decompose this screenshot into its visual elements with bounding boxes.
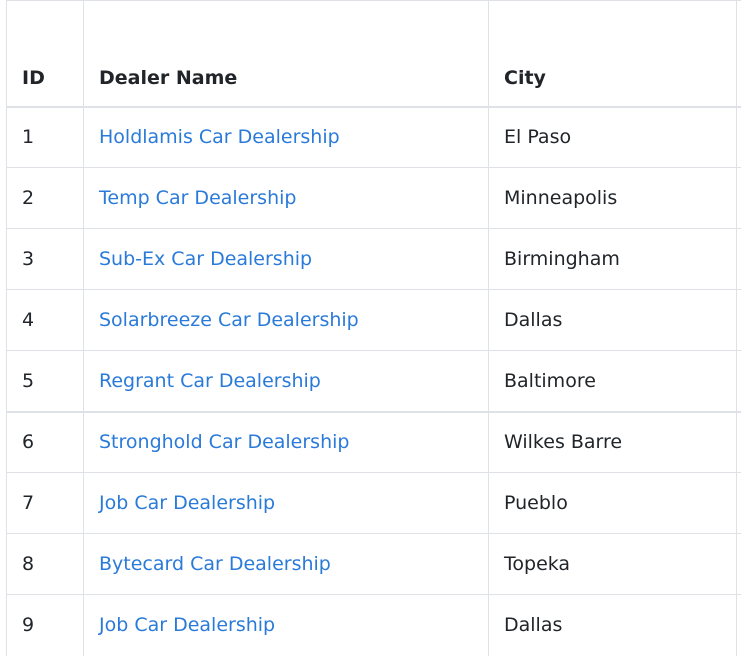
cell-id: 9 (6, 594, 84, 656)
dealer-name-link[interactable]: Job Car Dealership (99, 614, 275, 636)
column-header-overflow (736, 0, 741, 108)
column-header-dealer-name[interactable]: Dealer Name (83, 0, 489, 108)
table-body: 1 Holdlamis Car Dealership El Paso 2 Tem… (6, 106, 741, 656)
dealer-name-link[interactable]: Temp Car Dealership (99, 187, 296, 209)
cell-overflow (736, 594, 741, 656)
cell-dealer-name: Stronghold Car Dealership (83, 410, 489, 473)
cell-id: 5 (6, 350, 84, 412)
dealer-name-link[interactable]: Job Car Dealership (99, 492, 275, 514)
cell-dealer-name: Job Car Dealership (83, 594, 489, 656)
column-header-id[interactable]: ID (6, 0, 84, 108)
cell-overflow (736, 410, 741, 473)
table-row: 4 Solarbreeze Car Dealership Dallas (6, 289, 741, 351)
cell-overflow (736, 289, 741, 351)
cell-id: 1 (6, 106, 84, 168)
cell-id: 7 (6, 472, 84, 534)
dealer-name-link[interactable]: Bytecard Car Dealership (99, 553, 331, 575)
table-header: ID Dealer Name City (6, 0, 741, 108)
cell-dealer-name: Bytecard Car Dealership (83, 533, 489, 595)
cell-city: Birmingham (488, 228, 737, 290)
cell-dealer-name: Holdlamis Car Dealership (83, 106, 489, 168)
table-row: 7 Job Car Dealership Pueblo (6, 472, 741, 534)
table-row: 5 Regrant Car Dealership Baltimore (6, 350, 741, 412)
cell-city: Wilkes Barre (488, 410, 737, 473)
cell-dealer-name: Temp Car Dealership (83, 167, 489, 229)
cell-city: El Paso (488, 106, 737, 168)
cell-id: 8 (6, 533, 84, 595)
dealer-name-link[interactable]: Stronghold Car Dealership (99, 431, 349, 453)
cell-dealer-name: Job Car Dealership (83, 472, 489, 534)
dealer-name-link[interactable]: Holdlamis Car Dealership (99, 126, 340, 148)
cell-city: Topeka (488, 533, 737, 595)
table-row: 6 Stronghold Car Dealership Wilkes Barre (6, 410, 741, 473)
table-row: 9 Job Car Dealership Dallas (6, 594, 741, 656)
cell-dealer-name: Solarbreeze Car Dealership (83, 289, 489, 351)
cell-city: Dallas (488, 289, 737, 351)
cell-dealer-name: Sub-Ex Car Dealership (83, 228, 489, 290)
cell-overflow (736, 472, 741, 534)
dealer-name-link[interactable]: Regrant Car Dealership (99, 370, 321, 392)
cell-overflow (736, 167, 741, 229)
dealer-name-link[interactable]: Sub-Ex Car Dealership (99, 248, 312, 270)
cell-city: Dallas (488, 594, 737, 656)
table-row: 1 Holdlamis Car Dealership El Paso (6, 106, 741, 168)
page: ID Dealer Name City 1 Holdlamis Car Deal… (0, 0, 741, 658)
cell-id: 2 (6, 167, 84, 229)
cell-city: Pueblo (488, 472, 737, 534)
dealers-table: ID Dealer Name City 1 Holdlamis Car Deal… (6, 0, 741, 656)
cell-overflow (736, 228, 741, 290)
cell-overflow (736, 533, 741, 595)
cell-city: Minneapolis (488, 167, 737, 229)
cell-overflow (736, 350, 741, 412)
cell-id: 3 (6, 228, 84, 290)
table-row: 3 Sub-Ex Car Dealership Birmingham (6, 228, 741, 290)
column-header-city[interactable]: City (488, 0, 737, 108)
cell-id: 4 (6, 289, 84, 351)
dealer-name-link[interactable]: Solarbreeze Car Dealership (99, 309, 359, 331)
table-row: 8 Bytecard Car Dealership Topeka (6, 533, 741, 595)
table-row: 2 Temp Car Dealership Minneapolis (6, 167, 741, 229)
cell-overflow (736, 106, 741, 168)
cell-city: Baltimore (488, 350, 737, 412)
cell-dealer-name: Regrant Car Dealership (83, 350, 489, 412)
cell-id: 6 (6, 410, 84, 473)
header-row: ID Dealer Name City (6, 0, 741, 108)
